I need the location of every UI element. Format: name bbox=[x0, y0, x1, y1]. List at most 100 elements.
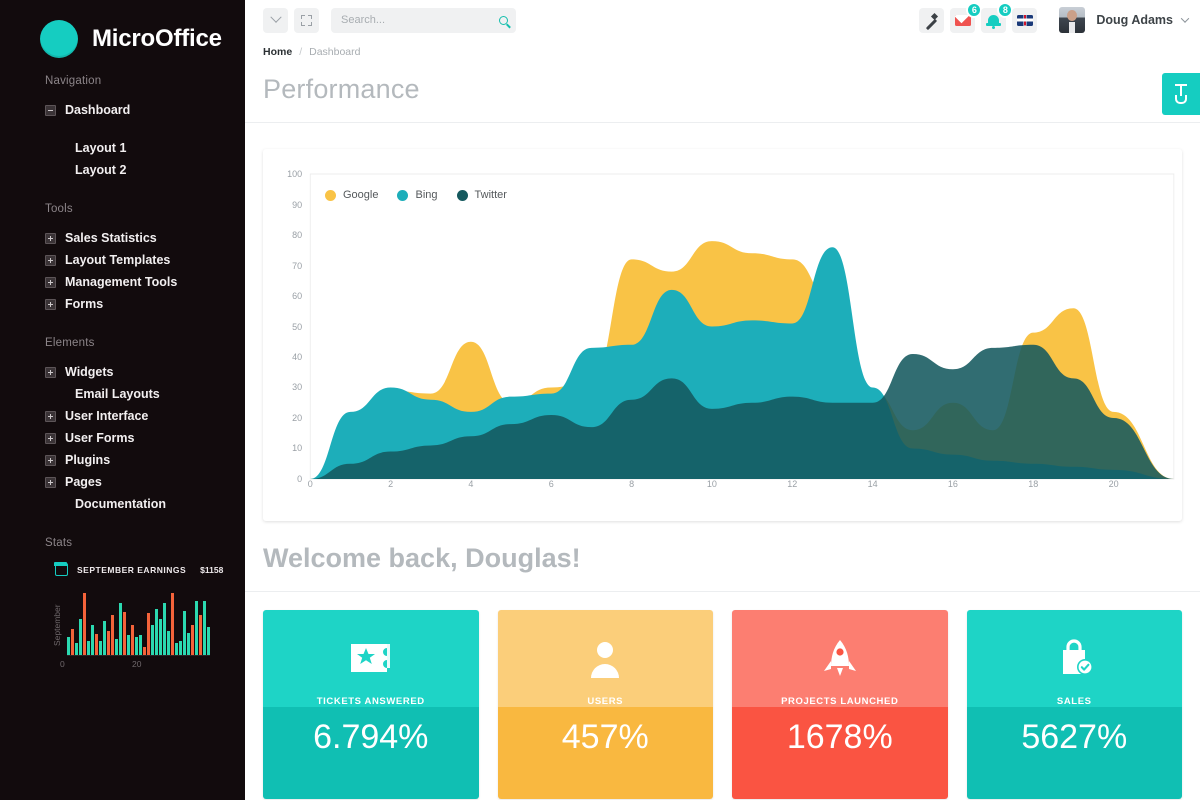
sidebar-item-user-interface[interactable]: User Interface bbox=[0, 405, 245, 427]
sidebar-item-sales-statistics[interactable]: Sales Statistics bbox=[0, 227, 245, 249]
chart-legend: Google Bing Twitter bbox=[325, 189, 507, 201]
stat-card-value: 6.794% bbox=[313, 718, 429, 756]
settings-panel-toggle[interactable] bbox=[1162, 73, 1200, 115]
legend-label: Bing bbox=[415, 189, 438, 201]
sparkline-bar bbox=[75, 643, 78, 655]
sparkline-bar bbox=[179, 641, 182, 655]
sparkline-bar bbox=[67, 637, 70, 655]
notifications-badge: 8 bbox=[997, 1, 1014, 18]
chart-ytick-label: 50 bbox=[292, 321, 303, 332]
sidebar-item-label: Layout Templates bbox=[65, 253, 171, 267]
legend-item-twitter[interactable]: Twitter bbox=[456, 189, 507, 201]
expand-icon bbox=[301, 14, 312, 26]
chart-xtick-label: 16 bbox=[947, 479, 958, 489]
brand-name: MicroOffice bbox=[92, 25, 222, 52]
sidebar-item-layout-templates[interactable]: Layout Templates bbox=[0, 249, 245, 271]
search-icon[interactable] bbox=[499, 15, 508, 25]
chart-ytick-label: 80 bbox=[292, 230, 303, 240]
sparkline-bar bbox=[183, 611, 186, 655]
stat-card[interactable]: USERS 457% bbox=[497, 610, 713, 799]
sidebar-item-layout-1[interactable]: Layout 1 bbox=[0, 137, 245, 159]
sidebar-item-widgets[interactable]: Widgets bbox=[0, 361, 245, 383]
plus-box-icon bbox=[45, 254, 56, 266]
sparkline-bar bbox=[171, 593, 174, 655]
shopping-bag-check-icon bbox=[1052, 638, 1096, 678]
area-chart-svg bbox=[309, 173, 1175, 480]
sparkline-bar bbox=[195, 601, 198, 655]
brand[interactable]: MicroOffice bbox=[0, 0, 245, 62]
sidebar-section-stats-title: Stats bbox=[45, 537, 73, 549]
sparkline-bar bbox=[91, 625, 94, 655]
breadcrumb-home[interactable]: Home bbox=[263, 46, 292, 58]
chart-ytick-label: 40 bbox=[292, 352, 303, 362]
sidebar-item-label: User Forms bbox=[65, 431, 135, 445]
stat-card-value: 457% bbox=[561, 718, 649, 756]
chart-ytick-label: 20 bbox=[292, 413, 303, 423]
sparkline-bar bbox=[87, 641, 90, 655]
bell-icon bbox=[986, 14, 1002, 29]
sparkline-bar bbox=[95, 634, 98, 655]
sparkline-bar bbox=[99, 641, 102, 655]
stat-card-value: 1678% bbox=[786, 718, 893, 756]
flag-uk-icon bbox=[1016, 14, 1033, 26]
plus-box-icon bbox=[45, 366, 56, 378]
sparkline-bar bbox=[167, 631, 170, 655]
sparkline-xaxis: 0 20 bbox=[60, 659, 180, 671]
sidebar-item-dashboard[interactable]: Dashboard bbox=[0, 99, 245, 121]
stat-card[interactable]: PROJECTS LAUNCHED 1678% bbox=[732, 610, 948, 799]
topbar: 6 8 Doug Adams bbox=[245, 0, 1200, 40]
sidebar-item-pages[interactable]: Pages bbox=[0, 471, 245, 493]
plus-box-icon bbox=[45, 432, 56, 444]
sidebar-item-documentation[interactable]: Documentation bbox=[0, 493, 245, 515]
sidebar-item-forms[interactable]: Forms bbox=[0, 293, 245, 315]
search-box[interactable] bbox=[331, 7, 516, 33]
sidebar-item-user-forms[interactable]: User Forms bbox=[0, 427, 245, 449]
sparkline-bar bbox=[203, 601, 206, 655]
fullscreen-button[interactable] bbox=[294, 7, 319, 33]
minus-box-icon bbox=[45, 104, 56, 116]
page-title: Performance bbox=[263, 74, 420, 104]
title-divider bbox=[245, 122, 1200, 123]
sparkline-bar bbox=[111, 615, 114, 655]
september-earnings-row: SEPTEMBER EARNINGS $1158 bbox=[0, 562, 245, 576]
sidebar-section-navigation-title: Navigation bbox=[45, 75, 102, 87]
user-menu[interactable]: Doug Adams bbox=[1059, 7, 1190, 33]
stat-card[interactable]: TICKETS ANSWERED 6.794% bbox=[263, 610, 479, 799]
legend-label: Google bbox=[343, 189, 379, 201]
notifications-button[interactable]: 8 bbox=[981, 1, 1014, 33]
messages-button[interactable]: 6 bbox=[950, 1, 983, 33]
chevron-down-icon bbox=[1180, 14, 1190, 23]
sparkline-bar bbox=[107, 631, 110, 655]
chart-xtick-label: 10 bbox=[706, 479, 717, 489]
sidebar-item-plugins[interactable]: Plugins bbox=[0, 449, 245, 471]
earnings-label: SEPTEMBER EARNINGS bbox=[77, 564, 187, 575]
rocket-icon bbox=[818, 638, 862, 678]
sparkline-bar bbox=[127, 635, 130, 655]
chart-ytick-label: 60 bbox=[292, 291, 303, 301]
sparkline-bars bbox=[67, 590, 210, 656]
user-name: Doug Adams bbox=[1096, 13, 1173, 27]
sidebar-item-management-tools[interactable]: Management Tools bbox=[0, 271, 245, 293]
magic-wand-button[interactable] bbox=[919, 7, 945, 33]
language-button[interactable] bbox=[1012, 7, 1038, 33]
sparkline-bar bbox=[135, 637, 138, 655]
welcome-heading: Welcome back, Douglas! bbox=[263, 543, 581, 573]
plus-box-icon bbox=[45, 454, 56, 466]
breadcrumb-current: Dashboard bbox=[309, 46, 361, 58]
stat-card-value: 5627% bbox=[1021, 718, 1128, 756]
plus-box-icon bbox=[45, 298, 56, 310]
sidebar-collapse-button[interactable] bbox=[263, 7, 288, 33]
stat-card[interactable]: SALES 5627% bbox=[966, 610, 1182, 799]
sidebar-item-label: Sales Statistics bbox=[65, 231, 157, 245]
sparkline-xtick: 0 bbox=[60, 659, 65, 669]
sidebar-item-layout-2[interactable]: Layout 2 bbox=[0, 159, 245, 181]
earnings-value: $1158 bbox=[200, 564, 224, 575]
sidebar-item-label: Layout 2 bbox=[75, 163, 127, 177]
sidebar-item-email-layouts[interactable]: Email Layouts bbox=[0, 383, 245, 405]
plus-box-icon bbox=[45, 476, 56, 488]
search-input[interactable] bbox=[341, 14, 499, 26]
legend-item-bing[interactable]: Bing bbox=[397, 189, 438, 201]
sparkline-bar bbox=[123, 612, 126, 655]
stat-card-label: USERS bbox=[587, 696, 624, 707]
legend-item-google[interactable]: Google bbox=[325, 189, 378, 201]
